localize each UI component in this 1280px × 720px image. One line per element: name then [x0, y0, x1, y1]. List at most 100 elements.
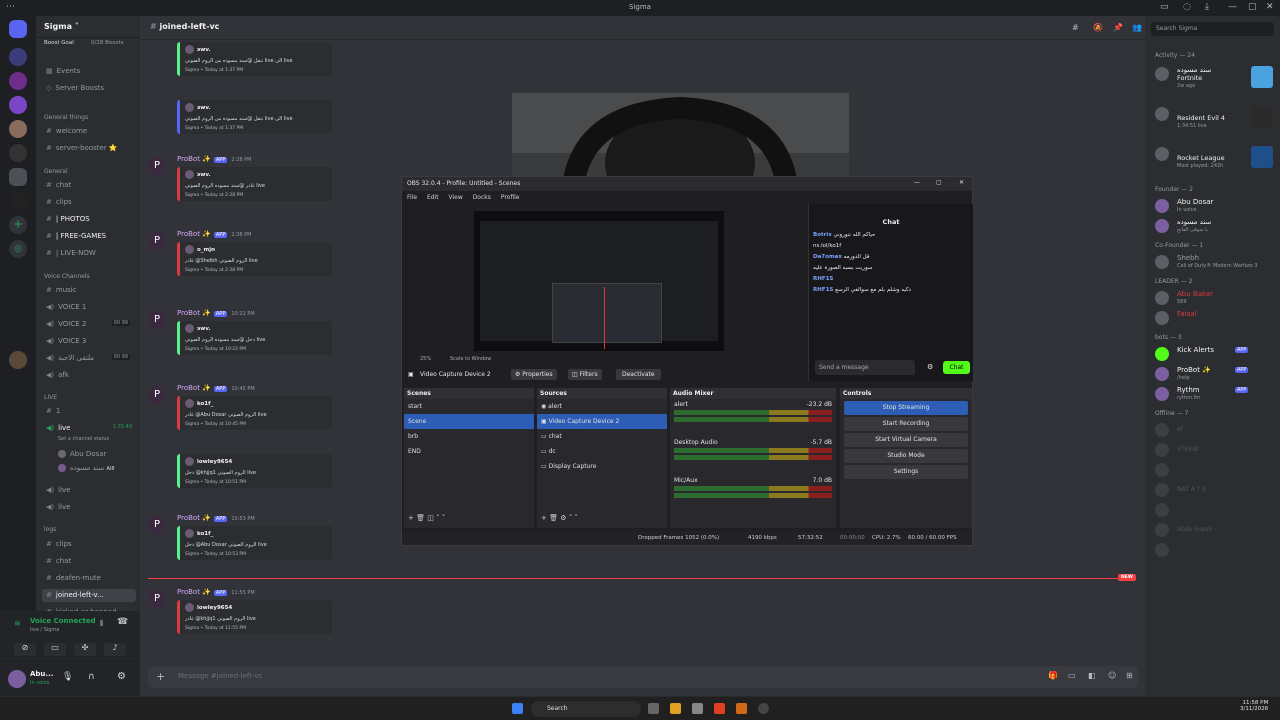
taskview-icon[interactable] [648, 703, 659, 714]
settings-button[interactable]: Settings [844, 465, 968, 479]
member-item[interactable]: ProBot ✨ APP/help [1155, 366, 1277, 386]
server-icon[interactable] [9, 72, 27, 90]
menu-edit[interactable]: Edit [427, 194, 439, 201]
server-icon[interactable] [9, 120, 27, 138]
member-item[interactable]: سند مسوده Fortnite 2w ago [1155, 66, 1277, 89]
channel-chat[interactable]: # chat [42, 179, 136, 192]
inbox-icon[interactable]: ▭ [1160, 2, 1169, 12]
member-item[interactable]: سند مسوده يا شوقي الفاتح [1155, 218, 1277, 238]
server-icon[interactable] [9, 351, 27, 369]
channel-live-now[interactable]: # | LIVE-NOW [42, 247, 136, 260]
minimize-icon[interactable]: — [1228, 2, 1237, 12]
discover-icon[interactable]: ◎ [9, 240, 27, 258]
clock[interactable]: 11:58 PM 3/11/2026 [1240, 700, 1268, 712]
voice-channel-live-2[interactable]: ◀) live [42, 484, 136, 497]
obs-preview[interactable] [474, 211, 724, 351]
message-author[interactable]: ProBot ✨ APP 2:28 PM [177, 155, 252, 163]
voice-user[interactable]: Abu Dosar [54, 448, 136, 461]
voice-user[interactable]: سند مسوده AI8 [54, 462, 136, 475]
source-item[interactable]: ▭ Display Capture [537, 459, 667, 474]
channel-welcome[interactable]: # welcome [42, 125, 136, 138]
screen-share-icon[interactable]: ▭ [44, 643, 66, 656]
member-item[interactable]: Rocket League Most played: 242h [1155, 146, 1277, 169]
apps-icon[interactable]: ⊞ [1126, 671, 1133, 680]
settings-gear-icon[interactable]: ⚙ [927, 363, 933, 371]
avatar[interactable]: P [148, 590, 166, 608]
app-icon[interactable] [692, 703, 703, 714]
close-icon[interactable]: ✕ [1266, 2, 1274, 12]
message-author[interactable]: ProBot ✨ APP 2:38 PM [177, 230, 252, 238]
microphone-icon[interactable]: 🎙 [62, 672, 73, 682]
home-icon[interactable] [9, 20, 27, 38]
server-icon[interactable] [9, 192, 27, 210]
channel-photos[interactable]: # | PHOTOS [42, 213, 136, 226]
avatar[interactable]: P [148, 516, 166, 534]
preview-zoom[interactable]: 25% [420, 356, 431, 362]
properties-button[interactable]: ⚙ Properties [511, 369, 557, 380]
offline-member[interactable]: STREW [1155, 442, 1277, 462]
mixer-channel[interactable]: alert -23.2 dB [670, 399, 836, 437]
server-icon[interactable] [9, 96, 27, 114]
noise-suppression-icon[interactable]: ⦀ [100, 619, 104, 629]
channel-status[interactable]: Set a channel status [58, 436, 109, 442]
channel-server-booster[interactable]: # server-booster ⭐ [42, 142, 136, 155]
source-item[interactable]: ◉ alert [537, 399, 667, 414]
brave-icon[interactable] [714, 703, 725, 714]
composer-placeholder[interactable]: Message #joined-left-vc [178, 672, 262, 680]
maximize-icon[interactable]: ▢ [936, 179, 942, 186]
user-name[interactable]: Abu... [30, 670, 53, 678]
avatar[interactable]: P [148, 232, 166, 250]
start-icon[interactable] [512, 703, 523, 714]
studio-mode-button[interactable]: Studio Mode [844, 449, 968, 463]
offline-member[interactable] [1155, 502, 1277, 522]
maximize-icon[interactable]: ▢ [1248, 2, 1257, 12]
avatar[interactable]: P [148, 157, 166, 175]
server-header[interactable]: Sigma ˅ [36, 16, 140, 38]
preview-scale[interactable]: Scale to Window [450, 356, 491, 362]
menu-profile[interactable]: Profile [501, 194, 520, 201]
channel-clips[interactable]: # clips [42, 196, 136, 209]
sticker-icon[interactable]: ◧ [1088, 671, 1096, 680]
member-item[interactable]: Rythm APP rythm.fm [1155, 386, 1277, 406]
message-author[interactable]: ProBot ✨ APP 11:55 PM [177, 588, 255, 596]
category-live[interactable]: LIVE [44, 394, 57, 401]
gif-icon[interactable]: ▭ [1068, 671, 1076, 680]
offline-member[interactable] [1155, 462, 1277, 482]
category-logs[interactable]: logs [44, 526, 56, 533]
offline-member[interactable] [1155, 542, 1277, 562]
channel-joined-left-vc[interactable]: # joined-left-v... [42, 589, 136, 602]
scene-item[interactable]: Scene [404, 414, 534, 429]
chat-input[interactable]: Send a message [815, 360, 915, 375]
member-item[interactable]: Abu Bakar 569 [1155, 290, 1277, 310]
source-item[interactable]: ▣ Video Capture Device 2 [537, 414, 667, 429]
scene-item[interactable]: start [404, 399, 534, 414]
channel-deafen-mute[interactable]: # deafen-mute [42, 572, 136, 585]
help-icon[interactable]: ◌ [1183, 2, 1191, 12]
minimize-icon[interactable]: — [914, 179, 920, 186]
headphones-icon[interactable]: ∩ [88, 672, 95, 682]
channel-music[interactable]: # music [42, 284, 136, 297]
channel-log-clips[interactable]: # clips [42, 538, 136, 551]
activities-icon[interactable]: ✣ [74, 643, 96, 656]
emoji-icon[interactable]: ☺ [1108, 671, 1116, 680]
message-author[interactable]: ProBot ✨ APP 10:53 PM [177, 514, 255, 522]
search-input[interactable]: Search Sigma [1151, 22, 1274, 36]
server-boosts-link[interactable]: ◇ Server Boosts [42, 82, 136, 95]
voice-channel-lounge[interactable]: ◀) ملتقى الاحبة 00 99 [42, 352, 136, 365]
voice-channel-2[interactable]: ◀) VOICE 2 00 99 [42, 318, 136, 331]
message-author[interactable]: ProBot ✨ APP 10:45 PM [177, 384, 255, 392]
voice-channel-afk[interactable]: ◀) afk [42, 369, 136, 382]
gift-icon[interactable]: 🎁 [1048, 671, 1058, 680]
sigma-server-icon[interactable] [9, 168, 27, 186]
category-voice[interactable]: Voice Channels [44, 273, 90, 280]
avatar[interactable]: P [148, 311, 166, 329]
close-icon[interactable]: ✕ [959, 179, 964, 186]
category-general[interactable]: General [44, 168, 68, 175]
scene-item[interactable]: brb [404, 429, 534, 444]
mixer-channel[interactable]: Mic/Aux 7.0 dB [670, 475, 836, 513]
stop-streaming-button[interactable]: Stop Streaming [844, 401, 968, 415]
channel-log-chat[interactable]: # chat [42, 555, 136, 568]
download-icon[interactable]: ⤓ [1205, 2, 1209, 12]
menu-file[interactable]: File [407, 194, 417, 201]
source-item[interactable]: ▭ chat [537, 429, 667, 444]
